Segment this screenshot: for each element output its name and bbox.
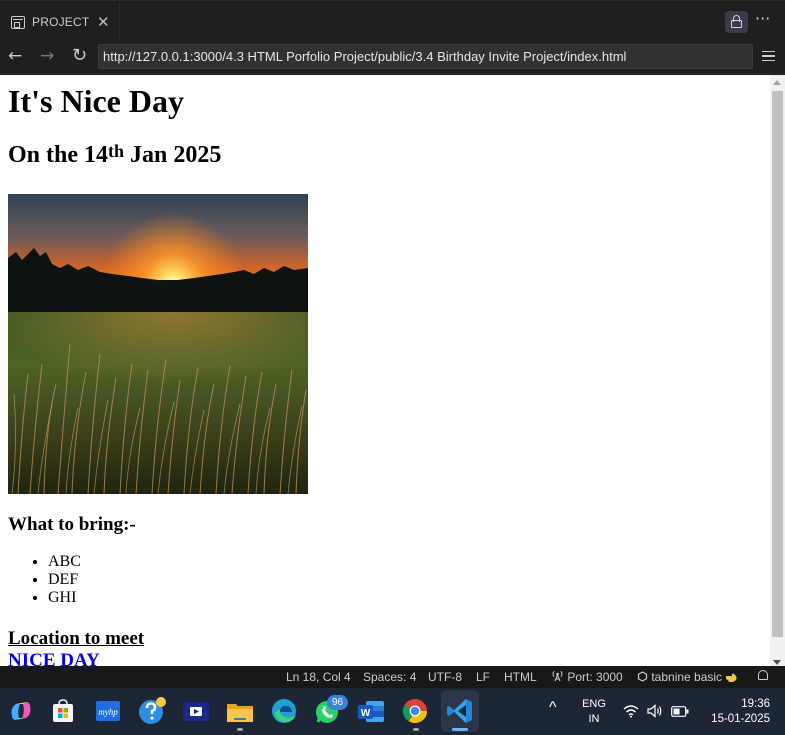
clock-date: 15-01-2025 — [711, 713, 770, 725]
reload-icon[interactable]: ↻ — [72, 46, 87, 66]
volume-icon[interactable] — [647, 704, 663, 718]
status-bar: Ln 18, Col 4 Spaces: 4 UTF-8 LF HTML Por… — [0, 666, 785, 688]
tab-bar: PROJECT ✕ ··· — [0, 0, 785, 41]
battery-icon[interactable] — [671, 706, 689, 717]
word-icon[interactable]: W — [356, 696, 386, 726]
page-title: It's Nice Day — [8, 83, 184, 119]
port-status[interactable]: Port: 3000 — [551, 670, 623, 684]
page-viewport: It's Nice Day On the 14th Jan 2025 What … — [0, 75, 785, 666]
chrome-icon[interactable] — [400, 696, 430, 726]
back-icon[interactable]: ← — [8, 46, 22, 66]
tab-title: PROJECT — [32, 15, 90, 29]
scroll-up-icon[interactable] — [773, 80, 781, 85]
myhp-icon[interactable]: myhp — [93, 696, 123, 726]
wifi-icon[interactable] — [623, 704, 639, 718]
sunset-image — [8, 194, 308, 494]
media-icon[interactable] — [181, 696, 211, 726]
language-code: ENG — [582, 698, 606, 710]
tabnine-icon — [637, 671, 648, 682]
myhp-label: myhp — [98, 707, 118, 717]
lock-icon[interactable] — [725, 11, 748, 33]
whatsapp-badge: 96 — [327, 695, 348, 710]
list-item: GHI — [48, 589, 81, 607]
pointing-hand-icon — [726, 673, 737, 682]
location-link[interactable]: NICE DAY — [8, 650, 100, 666]
date-prefix: On the 14 — [8, 142, 109, 168]
tabnine-label: tabnine basic — [651, 670, 723, 684]
language-mode[interactable]: HTML — [504, 670, 537, 684]
bring-heading: What to bring:- — [8, 514, 136, 535]
edge-icon[interactable] — [269, 696, 299, 726]
notifications-bell-icon[interactable] — [758, 670, 768, 680]
file-explorer-icon[interactable] — [225, 696, 255, 726]
tabnine-status[interactable]: tabnine basic — [637, 670, 738, 684]
cursor-position[interactable]: Ln 18, Col 4 — [286, 670, 351, 684]
active-indicator — [452, 728, 468, 731]
forward-icon[interactable]: → — [40, 46, 54, 66]
broadcast-icon — [552, 670, 563, 682]
indentation[interactable]: Spaces: 4 — [363, 670, 416, 684]
running-indicator — [413, 728, 419, 731]
scroll-down-icon[interactable] — [773, 660, 781, 665]
end-of-line[interactable]: LF — [476, 670, 490, 684]
language-region: IN — [588, 713, 600, 725]
scroll-thumb[interactable] — [772, 91, 783, 637]
more-actions-icon[interactable]: ··· — [755, 9, 770, 28]
language-indicator[interactable]: ENG IN — [581, 697, 607, 727]
date-suffix: Jan 2025 — [124, 142, 222, 168]
url-input[interactable]: http://127.0.0.1:3000/4.3 HTML Porfolio … — [98, 44, 753, 69]
store-icon[interactable] — [48, 696, 78, 726]
menu-icon[interactable] — [762, 51, 775, 61]
preview-icon — [11, 15, 25, 29]
help-icon[interactable] — [137, 696, 167, 726]
bring-list: ABC DEF GHI — [48, 553, 81, 607]
list-item: ABC — [48, 553, 81, 571]
list-item: DEF — [48, 571, 81, 589]
close-tab-icon[interactable]: ✕ — [97, 13, 110, 31]
tab-project[interactable]: PROJECT ✕ — [0, 3, 120, 41]
show-hidden-icons[interactable]: ^ — [549, 699, 557, 717]
date-superscript: th — [108, 141, 125, 161]
clock-time: 19:36 — [741, 698, 770, 710]
port-label: Port: 3000 — [567, 670, 623, 684]
vertical-scrollbar[interactable] — [770, 75, 785, 666]
encoding[interactable]: UTF-8 — [428, 670, 462, 684]
location-heading: Location to meet — [8, 628, 145, 649]
word-letter: W — [361, 708, 371, 719]
running-indicator — [237, 728, 243, 731]
copilot-icon[interactable] — [6, 696, 36, 726]
vscode-icon[interactable] — [445, 696, 475, 726]
nav-bar: ← → ↻ http://127.0.0.1:3000/4.3 HTML Por… — [0, 40, 785, 74]
clock[interactable]: 19:36 15-01-2025 — [700, 697, 770, 727]
taskbar: myhp 96 W ^ ENG IN 19:36 15-01-2025 — [0, 688, 785, 735]
event-date: On the 14th Jan 2025 — [8, 141, 221, 169]
